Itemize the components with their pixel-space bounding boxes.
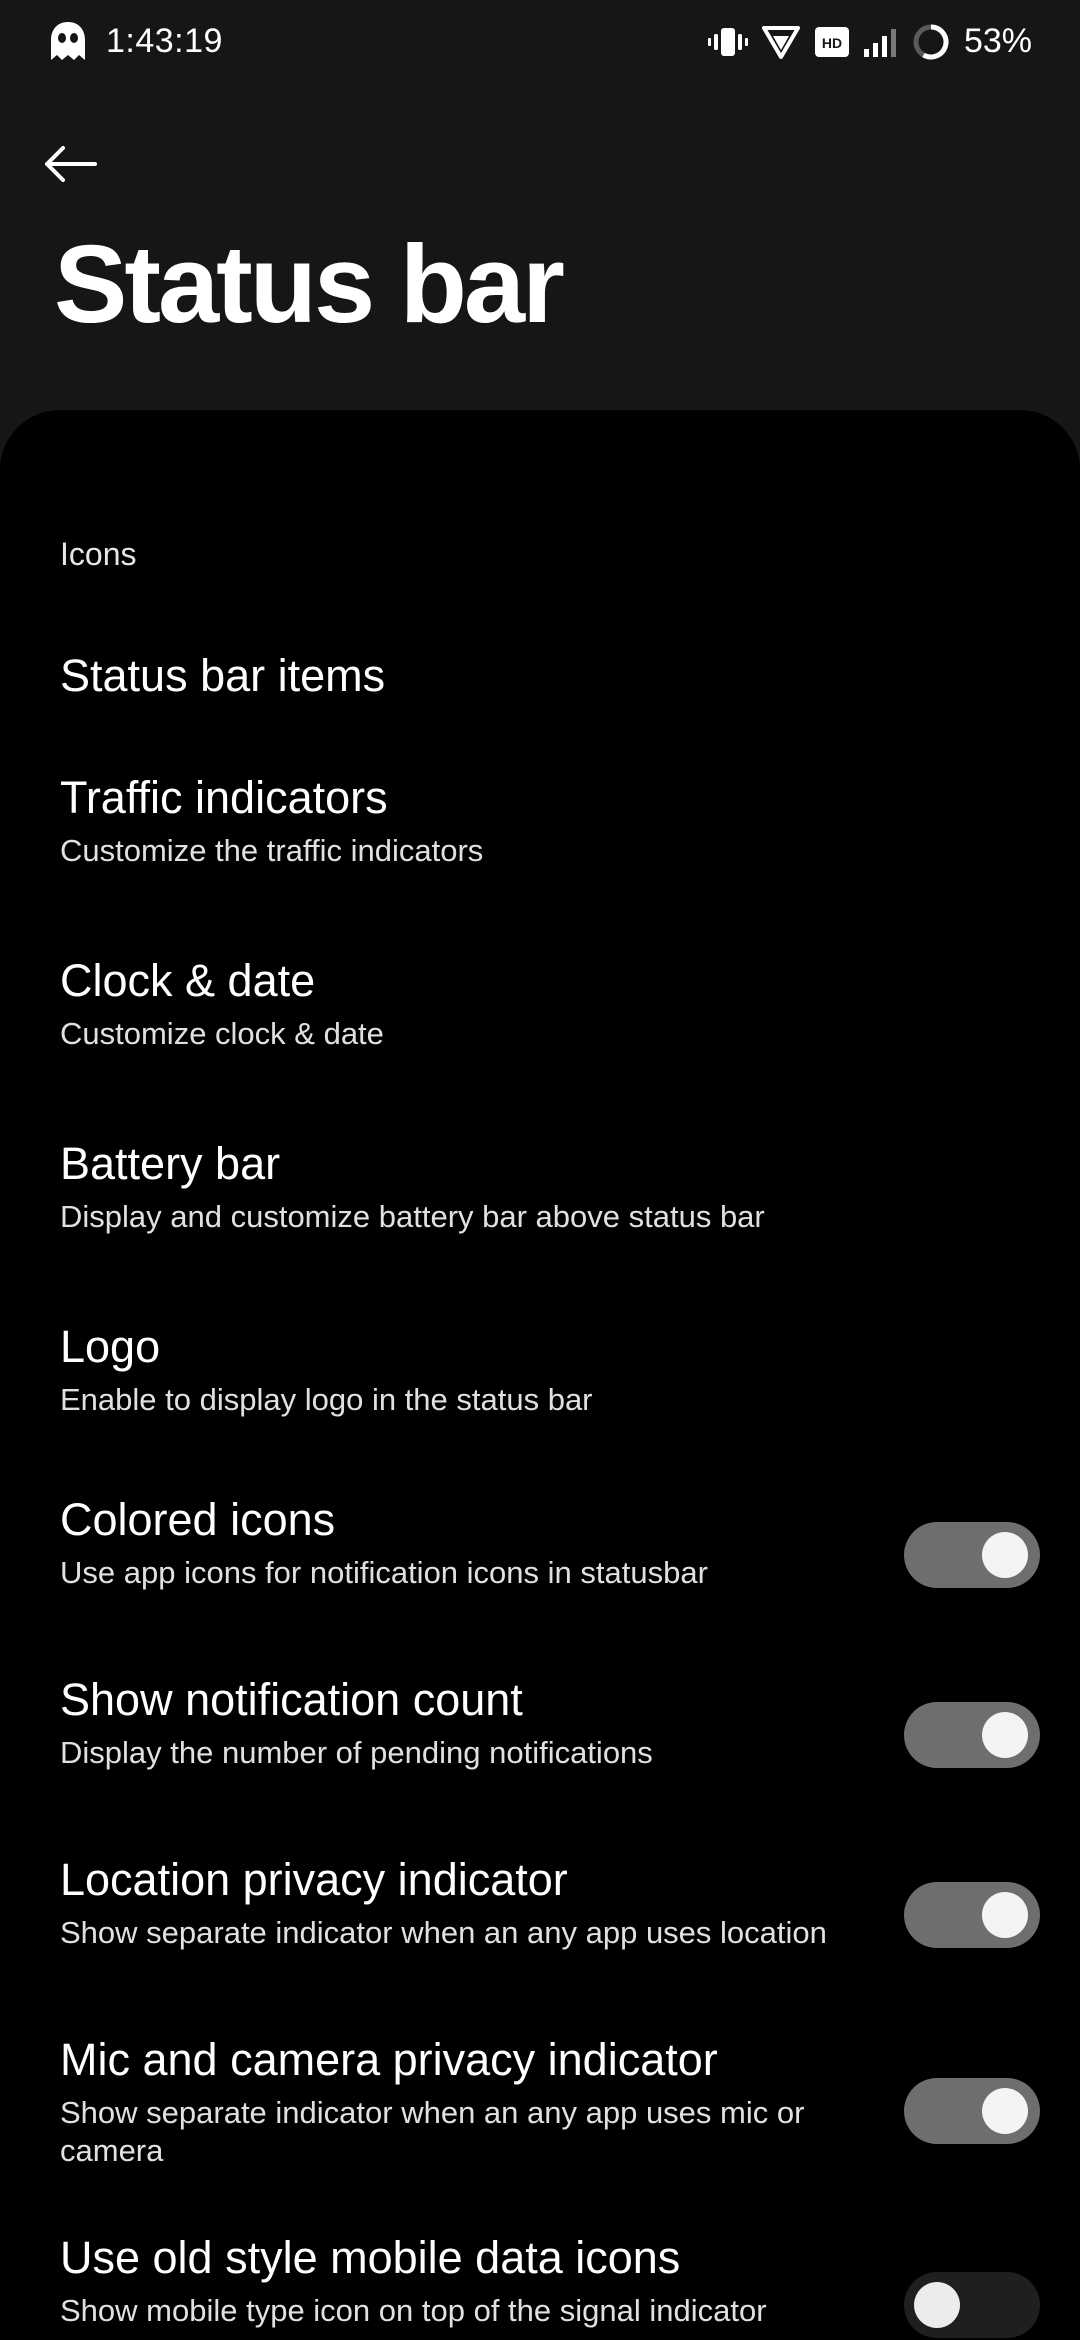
pref-traffic-indicators[interactable]: Traffic indicators Customize the traffic… [0, 750, 1080, 910]
old-style-mobile-data-toggle[interactable] [904, 2272, 1040, 2338]
pref-title: Use old style mobile data icons [60, 2232, 681, 2283]
pref-location-privacy-indicator[interactable]: Location privacy indicator Show separate… [0, 1832, 1080, 2002]
pref-title: Status bar items [60, 650, 386, 701]
colored-icons-toggle[interactable] [904, 1522, 1040, 1588]
pref-summary: Show mobile type icon on top of the sign… [60, 2293, 767, 2328]
toggle-knob [982, 1712, 1028, 1758]
status-bar-right: HD 53% [707, 22, 1032, 61]
toggle-knob [982, 1892, 1028, 1938]
pref-title: Colored icons [60, 1494, 336, 1545]
toggle-knob [914, 2282, 960, 2328]
pref-colored-icons[interactable]: Colored icons Use app icons for notifica… [0, 1472, 1080, 1642]
pref-old-style-mobile-data-icons[interactable]: Use old style mobile data icons Show mob… [0, 2212, 1080, 2340]
status-bar-left: 1:43:19 [48, 20, 223, 62]
notification-count-toggle[interactable] [904, 1702, 1040, 1768]
pref-logo[interactable]: Logo Enable to display logo in the statu… [0, 1299, 1080, 1459]
pref-summary: Show separate indicator when an any app … [60, 2095, 805, 2168]
wifi-icon [761, 25, 800, 59]
system-status-bar: 1:43:19 HD 53% [0, 0, 1080, 88]
page-title: Status bar [54, 223, 565, 346]
pref-show-notification-count[interactable]: Show notification count Display the numb… [0, 1652, 1080, 1822]
pref-summary: Enable to display logo in the status bar [60, 1382, 593, 1417]
pref-title: Traffic indicators [60, 772, 388, 823]
battery-ring-icon [912, 23, 950, 61]
hd-icon: HD [814, 26, 850, 58]
pref-summary: Customize clock & date [60, 1016, 384, 1051]
pref-title: Logo [60, 1321, 161, 1372]
pref-title: Battery bar [60, 1138, 281, 1189]
pref-summary: Show separate indicator when an any app … [60, 1915, 827, 1950]
toggle-knob [982, 2088, 1028, 2134]
pref-summary: Display and customize battery bar above … [60, 1199, 765, 1234]
pref-summary: Display the number of pending notificati… [60, 1735, 653, 1770]
ghost-icon [48, 20, 88, 62]
arrow-left-icon [43, 144, 97, 184]
mic-camera-privacy-toggle[interactable] [904, 2078, 1040, 2144]
pref-mic-camera-privacy-indicator[interactable]: Mic and camera privacy indicator Show se… [0, 2012, 1080, 2202]
toggle-knob [982, 1532, 1028, 1578]
settings-list: Icons Status bar items Traffic indicator… [0, 410, 1080, 2340]
battery-percent: 53% [963, 22, 1032, 60]
pref-title: Location privacy indicator [60, 1854, 568, 1905]
location-privacy-toggle[interactable] [904, 1882, 1040, 1948]
clock-time: 1:43:19 [106, 21, 223, 60]
signal-icon [863, 27, 898, 57]
vibrate-icon [707, 26, 748, 58]
pref-battery-bar[interactable]: Battery bar Display and customize batter… [0, 1116, 1080, 1276]
pref-title: Mic and camera privacy indicator [60, 2034, 718, 2085]
pref-clock-date[interactable]: Clock & date Customize clock & date [0, 933, 1080, 1093]
section-header-icons: Icons [60, 536, 137, 572]
back-button[interactable] [36, 130, 104, 198]
svg-text:HD: HD [822, 35, 842, 51]
pref-summary: Customize the traffic indicators [60, 833, 484, 868]
pref-title: Clock & date [60, 955, 316, 1006]
pref-title: Show notification count [60, 1674, 523, 1725]
pref-status-bar-items[interactable]: Status bar items [0, 620, 1080, 730]
pref-summary: Use app icons for notification icons in … [60, 1555, 708, 1590]
